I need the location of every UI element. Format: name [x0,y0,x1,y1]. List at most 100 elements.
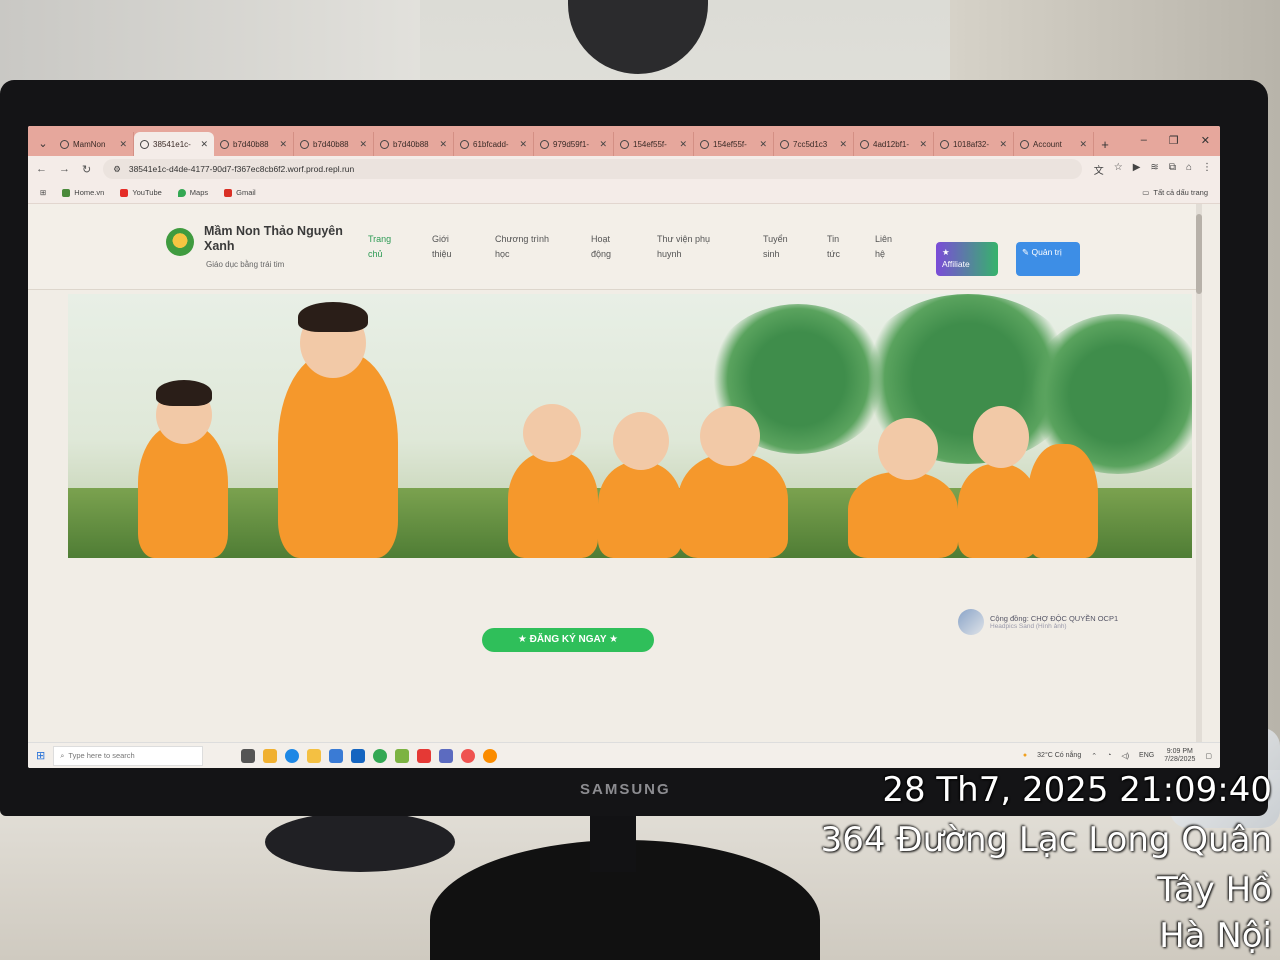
nav-item[interactable]: Tuyển sinh [763,232,827,262]
language-indicator[interactable]: ENG [1139,752,1154,759]
globe-icon [1020,139,1029,149]
browser-tab[interactable]: 979d59f1- ✕ [534,132,614,156]
bookmark-home[interactable]: Home.vn [62,188,104,197]
tab-search-icon[interactable]: ⌄ [32,130,54,156]
chevron-up-icon[interactable]: ⌃ [1091,752,1097,760]
outlook-icon[interactable] [351,748,366,763]
chrome-profile-icon-2[interactable] [483,748,498,763]
child-figure [138,424,228,558]
star-icon: ★ [609,634,619,645]
close-icon[interactable]: ✕ [839,139,847,150]
page-scrollbar[interactable] [1196,204,1202,742]
register-now-button[interactable]: ★ ĐĂNG KÝ NGAY ★ [482,628,654,652]
youtube-app-icon[interactable] [417,748,432,763]
apps-grid-icon[interactable]: ⊞ [40,188,46,197]
close-icon[interactable]: ✕ [679,139,687,150]
copilot-icon[interactable] [263,748,278,763]
app-icon[interactable] [395,748,410,763]
profile-icon[interactable]: ⌂ [1186,162,1192,177]
close-icon[interactable]: ✕ [599,139,607,150]
browser-tab[interactable]: 154ef55f- ✕ [614,132,694,156]
windows-start-icon[interactable]: ⊞ [36,749,45,762]
nav-item[interactable]: Hoạt động [591,232,657,262]
nav-item[interactable]: Liên hệ [875,232,925,262]
star-icon: ★ [517,634,527,645]
nav-item[interactable]: Tin tức [827,232,875,262]
new-tab-button[interactable]: + [1094,132,1116,156]
task-view-icon[interactable] [241,748,256,763]
tab-label: 979d59f1- [553,139,590,149]
close-icon[interactable]: ✕ [1079,139,1087,150]
store-icon[interactable] [329,748,344,763]
site-info-icon[interactable]: ⚙ [113,164,121,175]
community-notification[interactable]: Cộng đồng: CHỢ ĐỘC QUYỀN OCP1 Headpics S… [958,604,1188,640]
nav-item[interactable]: Trang chủ [368,232,432,262]
tab-label: 1018af32- [953,139,990,149]
back-icon[interactable]: ← [36,163,47,175]
admin-button[interactable]: ✎ Quản trị [1016,242,1080,276]
nav-item[interactable]: Giới thiệu [432,232,495,262]
address-bar[interactable]: ⚙ 38541e1c-d4de-4177-90d7-f367ec8cb6f2.w… [103,159,1082,179]
scrollbar-thumb[interactable] [1196,214,1202,294]
bookmark-gmail[interactable]: Gmail [224,188,256,197]
close-window-icon[interactable]: ✕ [1201,134,1210,147]
close-icon[interactable]: ✕ [200,139,208,150]
bookmark-youtube[interactable]: YouTube [120,188,162,197]
tab-label: 7cc5d1c3 [793,139,828,149]
globe-icon [460,139,469,149]
close-icon[interactable]: ✕ [759,139,767,150]
browser-tab[interactable]: b7d40b88 ✕ [294,132,374,156]
nav-item[interactable]: Chương trình học [495,232,591,262]
minimize-icon[interactable]: – [1141,134,1147,147]
windows-taskbar: ⊞ ⌕ Type here to search ● 32°C Có nắng ⌃… [28,742,1220,768]
clock[interactable]: 9:09 PM 7/28/2025 [1164,748,1195,764]
all-bookmarks[interactable]: ▭ Tất cả dấu trang [1142,188,1208,197]
app-icon-2[interactable] [439,748,454,763]
close-icon[interactable]: ✕ [279,139,287,150]
browser-tab[interactable]: b7d40b88 ✕ [374,132,454,156]
bookmark-maps[interactable]: Maps [177,188,208,197]
extension-icon-2[interactable]: ≋ [1150,162,1158,177]
reload-icon[interactable]: ↻ [82,163,91,176]
browser-tab[interactable]: b7d40b88 ✕ [214,132,294,156]
browser-tab[interactable]: 61bfcadd- ✕ [454,132,534,156]
close-icon[interactable]: ✕ [119,139,127,150]
volume-icon[interactable]: ◁) [1121,752,1129,760]
restore-icon[interactable]: ❐ [1169,134,1179,147]
maps-pin-icon [177,188,186,197]
extensions-puzzle-icon[interactable]: ⧉ [1169,162,1176,177]
browser-tab[interactable]: 154ef55f- ✕ [694,132,774,156]
network-icon[interactable]: ◔ [1107,752,1111,759]
browser-tab[interactable]: 1018af32- ✕ [934,132,1014,156]
close-icon[interactable]: ✕ [439,139,447,150]
menu-icon[interactable]: ⋮ [1202,162,1212,177]
chrome-profile-icon[interactable] [461,748,476,763]
nav-item[interactable]: Thư viện phụ huynh [657,232,763,262]
browser-tab[interactable]: Account ✕ [1014,132,1094,156]
close-icon[interactable]: ✕ [519,139,527,150]
affiliate-button[interactable]: ★ Affiliate [936,242,998,276]
school-logo[interactable] [166,228,194,256]
site-title[interactable]: Mầm Non Thảo Nguyên Xanh [204,224,364,254]
photo-address: 364 Đường Lạc Long Quân [820,820,1272,860]
folder-icon: ▭ [1142,188,1150,197]
bookmark-star-icon[interactable]: ☆ [1114,162,1123,177]
browser-tab[interactable]: 38541e1c- ✕ [134,132,214,156]
forward-icon[interactable]: → [59,163,70,175]
taskbar-search[interactable]: ⌕ Type here to search [53,745,204,766]
chrome-icon[interactable] [373,748,388,763]
tab-label: b7d40b88 [233,139,269,149]
close-icon[interactable]: ✕ [919,139,927,150]
weather-text[interactable]: 32°C Có nắng [1037,752,1081,759]
edge-icon[interactable] [285,748,300,763]
file-explorer-icon[interactable] [307,748,322,763]
browser-tab[interactable]: 4ad12bf1- ✕ [854,132,934,156]
extension-icon[interactable]: ▶ [1133,162,1141,177]
browser-tab[interactable]: 7cc5d1c3 ✕ [774,132,854,156]
close-icon[interactable]: ✕ [359,139,367,150]
browser-tab[interactable]: MamNon ✕ [54,132,134,156]
notification-icon[interactable]: ▢ [1205,752,1212,760]
translate-icon[interactable]: 文 [1094,162,1104,177]
globe-icon [140,139,149,149]
close-icon[interactable]: ✕ [999,139,1007,150]
